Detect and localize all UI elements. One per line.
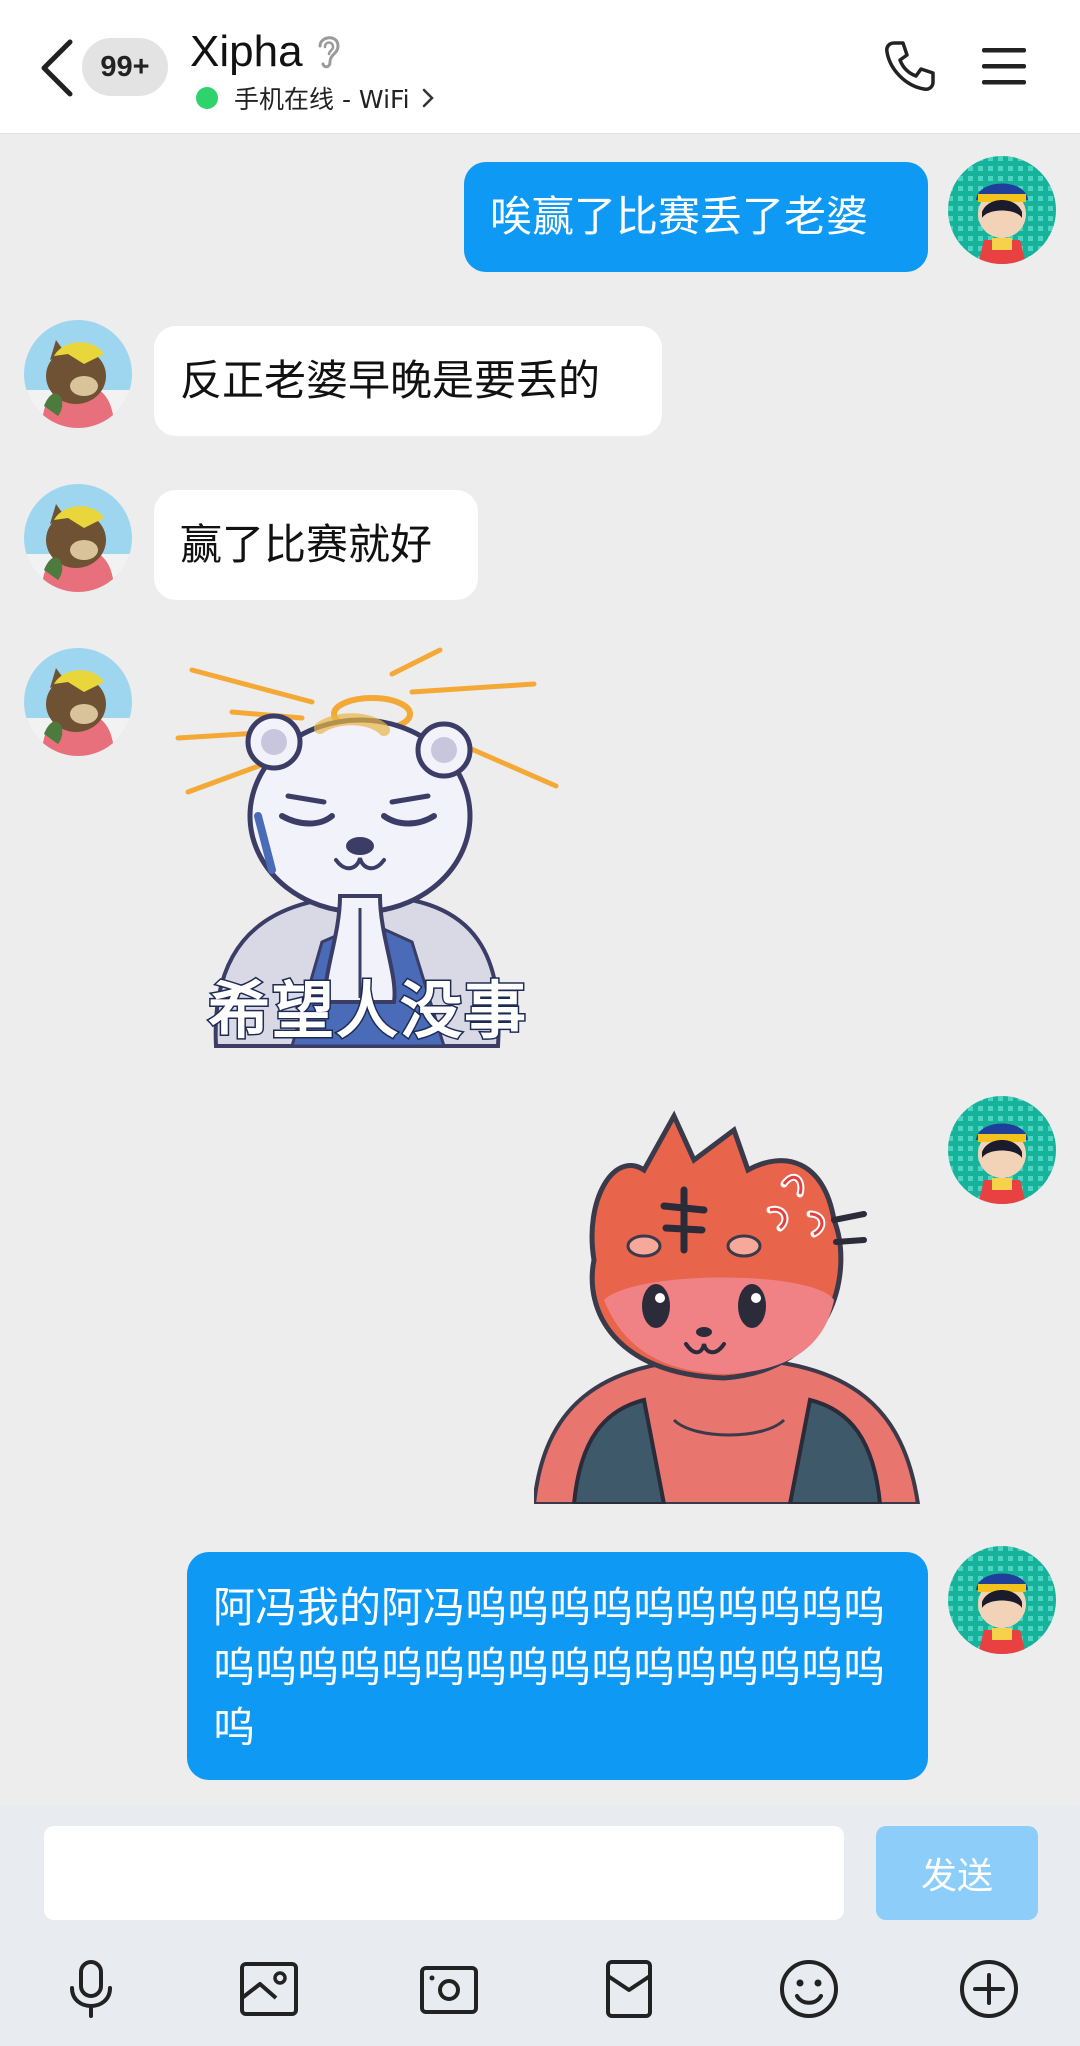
incoming-message-bubble[interactable]: 赢了比赛就好 (154, 490, 478, 600)
chevron-right-icon (422, 88, 434, 108)
status-text: 手机在线 - WiFi (234, 85, 410, 114)
online-status[interactable]: 手机在线 - WiFi (196, 80, 436, 116)
my-avatar-image (948, 156, 1056, 264)
phone-icon[interactable] (882, 38, 938, 94)
outgoing-message-bubble[interactable]: 阿冯我的阿冯呜呜呜呜呜呜呜呜呜呜呜呜呜呜呜呜呜呜呜呜呜呜呜呜呜呜呜 (187, 1552, 928, 1780)
microphone-icon[interactable] (60, 1958, 122, 2020)
angry-tiger-sticker-image (531, 1110, 921, 1506)
contact-avatar[interactable] (24, 320, 132, 428)
smiley-icon[interactable] (778, 1958, 840, 2020)
send-button[interactable]: 发送 (876, 1826, 1038, 1920)
contact-avatar[interactable] (24, 484, 132, 592)
contact-avatar[interactable] (24, 648, 132, 756)
plus-circle-icon[interactable] (958, 1958, 1020, 2020)
my-avatar-image (948, 1096, 1056, 1204)
my-avatar[interactable] (948, 1096, 1056, 1204)
my-avatar[interactable] (948, 1546, 1056, 1654)
image-icon[interactable] (238, 1958, 300, 2020)
hamburger-menu-icon[interactable] (980, 44, 1028, 88)
contact-avatar-image (24, 320, 132, 428)
camera-icon[interactable] (418, 1958, 480, 2020)
my-avatar-image (948, 1546, 1056, 1654)
contact-avatar-image (24, 484, 132, 592)
contact-name[interactable]: Xipha (190, 24, 303, 80)
message-input[interactable] (44, 1826, 844, 1920)
my-avatar[interactable] (948, 156, 1056, 264)
chevron-left-icon[interactable] (36, 36, 80, 100)
incoming-message-bubble[interactable]: 反正老婆早晚是要丢的 (154, 326, 662, 436)
contact-avatar-image (24, 648, 132, 756)
incoming-sticker[interactable]: 希望人没事 (172, 646, 564, 1056)
unread-count-badge[interactable]: 99+ (82, 38, 168, 96)
chat-header: 99+ Xipha 手机在线 - WiFi (0, 0, 1080, 134)
online-status-dot (196, 87, 218, 109)
outgoing-message-bubble[interactable]: 唉赢了比赛丢了老婆 (464, 162, 928, 272)
ear-icon (318, 36, 340, 69)
sticker-caption: 希望人没事 (206, 973, 528, 1049)
outgoing-sticker[interactable] (531, 1110, 921, 1506)
red-packet-icon[interactable] (598, 1958, 660, 2020)
